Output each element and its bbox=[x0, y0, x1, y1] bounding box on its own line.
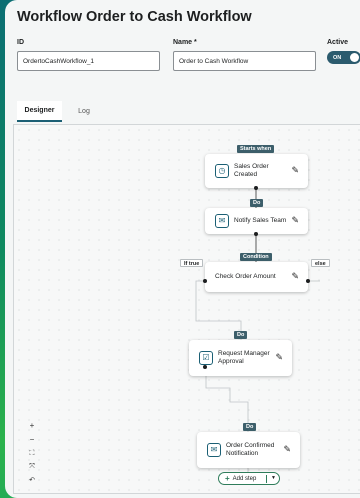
add-step-label: Add step bbox=[232, 475, 257, 482]
do-badge: Do bbox=[243, 423, 257, 431]
notify-icon: ✉ bbox=[215, 214, 229, 228]
connector-dot bbox=[203, 279, 207, 283]
add-step-button[interactable]: + Add step ▼ bbox=[218, 472, 280, 485]
node-order-confirmed-notification[interactable]: ✉ Order Confirmed Notification ✎ bbox=[197, 432, 300, 468]
node-sales-order-created[interactable]: ◷ Sales Order Created ✎ bbox=[205, 154, 308, 188]
node-label: Check Order Amount bbox=[215, 273, 276, 280]
edit-pencil-icon[interactable]: ✎ bbox=[291, 166, 299, 175]
starts-when-badge: Starts when bbox=[237, 145, 275, 153]
node-label: Sales Order Created bbox=[234, 163, 269, 178]
connector-dot bbox=[254, 186, 258, 190]
node-check-order-amount[interactable]: Check Order Amount ✎ bbox=[205, 262, 308, 292]
zoom-in-button[interactable]: + bbox=[27, 422, 37, 430]
node-label: Order Confirmed Notification bbox=[226, 442, 275, 457]
connector-dot bbox=[306, 279, 310, 283]
if-true-badge: If true bbox=[180, 259, 204, 267]
connector-lines bbox=[195, 189, 320, 472]
fit-view-button[interactable]: ⛶ bbox=[27, 450, 37, 457]
plus-icon: + bbox=[225, 474, 230, 483]
edit-pencil-icon[interactable]: ✎ bbox=[275, 353, 283, 362]
node-request-manager-approval[interactable]: ☑ Request Manager Approval ✎ bbox=[189, 340, 292, 376]
do-badge: Do bbox=[250, 199, 264, 207]
else-badge: else bbox=[311, 259, 330, 267]
connector-dot bbox=[203, 365, 207, 369]
chevron-down-icon[interactable]: ▼ bbox=[271, 475, 276, 481]
trigger-icon: ◷ bbox=[215, 164, 229, 178]
divider bbox=[266, 475, 267, 483]
node-label: Request Manager Approval bbox=[218, 350, 270, 365]
undo-button[interactable]: ↶ bbox=[27, 477, 37, 484]
connector-dot bbox=[254, 232, 258, 236]
approval-icon: ☑ bbox=[199, 351, 213, 365]
collapse-button[interactable]: ⤧ bbox=[27, 463, 37, 470]
do-badge: Do bbox=[234, 331, 248, 339]
edit-pencil-icon[interactable]: ✎ bbox=[291, 272, 299, 281]
node-notify-sales-team[interactable]: ✉ Notify Sales Team ✎ bbox=[205, 208, 308, 234]
edit-pencil-icon[interactable]: ✎ bbox=[291, 216, 299, 225]
zoom-out-button[interactable]: − bbox=[27, 436, 37, 444]
node-label: Notify Sales Team bbox=[234, 217, 287, 224]
notify-icon: ✉ bbox=[207, 443, 221, 457]
edit-pencil-icon[interactable]: ✎ bbox=[283, 445, 291, 454]
condition-badge: Condition bbox=[240, 253, 272, 261]
